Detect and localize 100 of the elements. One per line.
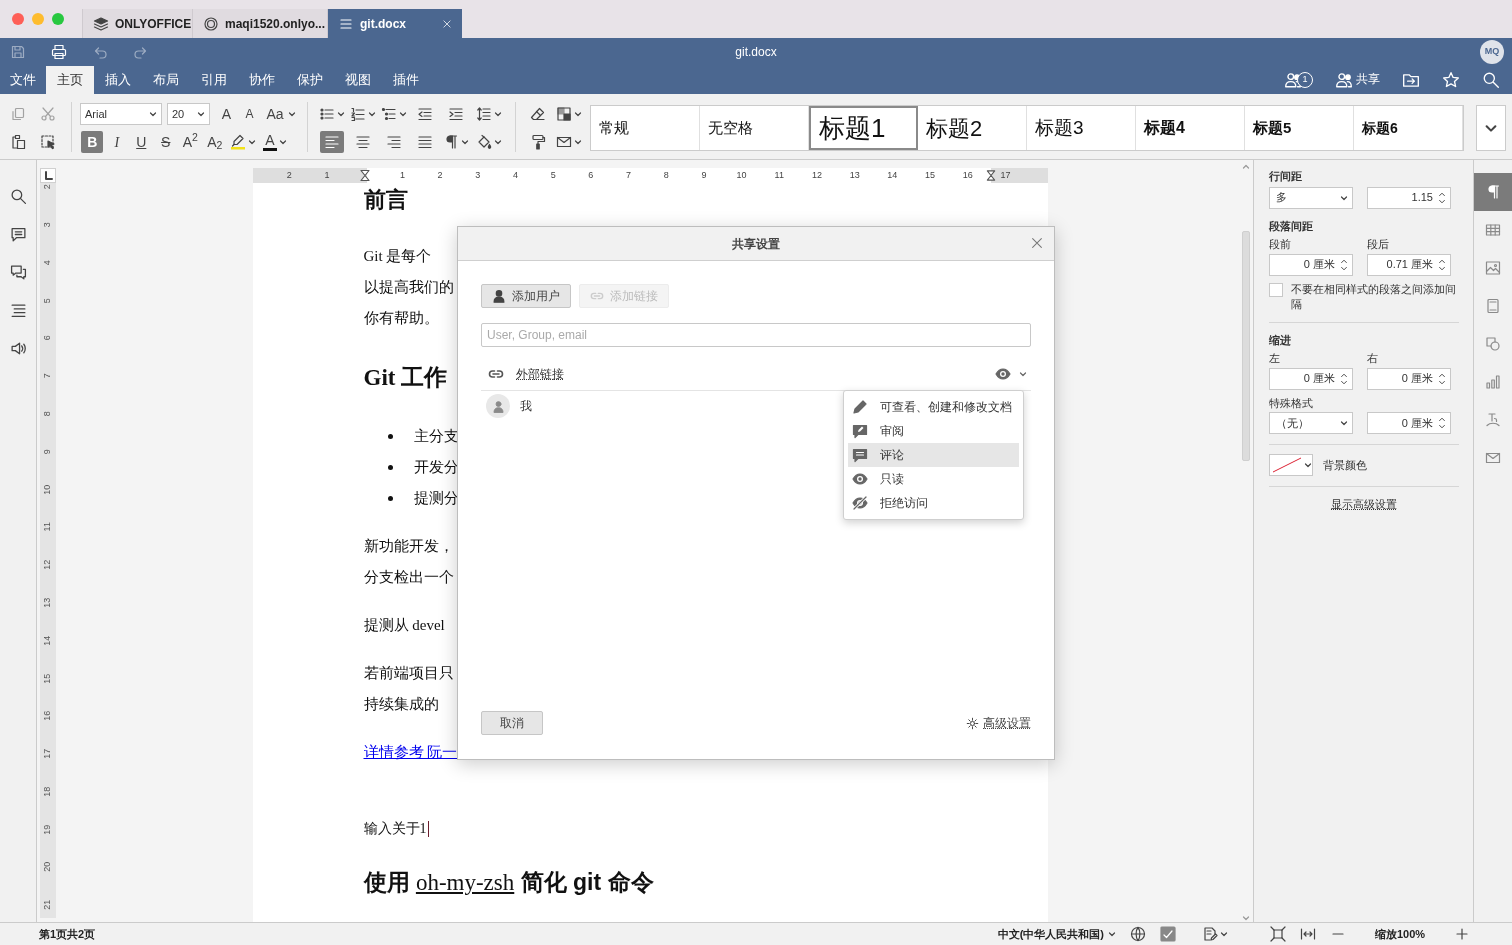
chat-icon[interactable] <box>9 263 27 281</box>
save-icon[interactable] <box>10 44 26 60</box>
menu-tab[interactable]: 插件 <box>382 66 430 94</box>
style-preset[interactable]: 标题6 <box>1354 106 1463 150</box>
share-button[interactable]: 共享 <box>1335 71 1380 89</box>
zoom-in-icon[interactable] <box>1454 926 1470 942</box>
fit-width-icon[interactable] <box>1300 926 1316 942</box>
indent-marker-icon[interactable] <box>985 170 996 181</box>
number-field[interactable]: 0 厘米 <box>1269 253 1353 276</box>
eraser-icon[interactable] <box>530 106 546 122</box>
superscript-button[interactable]: A$^{2}$ <box>179 131 202 153</box>
menu-tab[interactable]: 文件 <box>0 66 46 94</box>
underline-button[interactable]: U <box>130 131 153 153</box>
eye-icon[interactable] <box>993 365 1013 382</box>
style-preset[interactable]: 常规 <box>591 106 700 150</box>
user-avatar[interactable]: MQ <box>1480 40 1504 64</box>
menu-item[interactable]: 可查看、创建和修改文档 <box>848 395 1019 419</box>
select-icon[interactable] <box>40 134 56 150</box>
font-shrink-button[interactable]: A <box>238 103 261 125</box>
paragraph-settings-tab[interactable] <box>1474 173 1512 211</box>
caret-icon[interactable] <box>460 138 469 146</box>
menu-tab[interactable]: 主页 <box>46 66 94 94</box>
decrease-indent-icon[interactable] <box>416 106 433 122</box>
style-preset[interactable]: 标题5 <box>1245 106 1354 150</box>
folder-icon[interactable] <box>1402 71 1420 89</box>
bold-button[interactable]: B <box>81 131 104 153</box>
browser-tab[interactable]: ONLYOFFICE <box>82 9 192 38</box>
caret-icon[interactable] <box>398 110 407 118</box>
scrollbar-thumb[interactable] <box>1242 231 1250 461</box>
subscript-button[interactable]: A$_{2}$ <box>203 131 226 153</box>
number-field[interactable]: 0 厘米 <box>1269 367 1353 390</box>
menu-item[interactable]: 拒绝访问 <box>848 491 1019 515</box>
menu-item[interactable]: 只读 <box>848 467 1019 491</box>
style-preset[interactable]: 标题3 <box>1027 106 1136 150</box>
caret-icon[interactable] <box>494 110 502 118</box>
font-color-button[interactable]: A <box>263 133 277 151</box>
caret-icon[interactable] <box>574 110 582 118</box>
number-field[interactable]: 1.15 <box>1367 186 1451 209</box>
caret-icon[interactable] <box>574 138 582 146</box>
tab-stop-button[interactable] <box>40 168 56 183</box>
caret-icon[interactable] <box>336 110 345 118</box>
menu-tab[interactable]: 插入 <box>94 66 142 94</box>
search-field[interactable]: User, Group, email <box>481 323 1031 347</box>
shading-icon[interactable] <box>556 106 572 122</box>
fit-page-icon[interactable] <box>1270 926 1286 942</box>
cancel-button[interactable]: 取消 <box>481 711 543 735</box>
font-grow-button[interactable]: A <box>215 103 238 125</box>
indent-marker-icon[interactable] <box>359 169 370 182</box>
number-field[interactable]: 0 厘米 <box>1367 367 1451 390</box>
add-user-button[interactable]: 添加用户 <box>481 284 571 308</box>
comment-icon[interactable] <box>9 225 27 243</box>
numbered-list-icon[interactable] <box>349 106 366 122</box>
browser-tab[interactable]: maqi1520.onlyo... <box>192 9 327 38</box>
link[interactable]: 显示高级设置 <box>1269 496 1459 513</box>
caret-icon[interactable] <box>1019 369 1027 378</box>
style-preset[interactable]: 标题4 <box>1136 106 1245 150</box>
number-field[interactable]: 0 厘米 <box>1367 412 1451 434</box>
close-icon[interactable] <box>1030 236 1044 250</box>
number-field[interactable]: 0.71 厘米 <box>1367 253 1451 276</box>
language-dropdown[interactable]: 中文(中华人民共和国) <box>997 925 1116 943</box>
fill-icon[interactable] <box>476 134 492 150</box>
line-spacing-icon[interactable] <box>476 106 492 122</box>
align-left-button[interactable] <box>319 131 344 153</box>
italic-button[interactable]: I <box>105 131 128 153</box>
highlighter-icon[interactable] <box>230 134 246 150</box>
menu-tab[interactable]: 协作 <box>238 66 286 94</box>
close-icon[interactable] <box>442 18 452 29</box>
font-case-button[interactable]: Aa <box>264 103 286 125</box>
link[interactable]: 详情参考 阮一 <box>363 737 458 768</box>
star-icon[interactable] <box>1442 71 1460 89</box>
menu-tab[interactable]: 视图 <box>334 66 382 94</box>
dropdown-field[interactable]: （无） <box>1269 412 1353 434</box>
style-preset[interactable]: 标题1 <box>809 106 918 150</box>
link[interactable]: 外部链接 <box>516 364 564 383</box>
menu-item[interactable]: 审阅 <box>848 419 1019 443</box>
menu-tab[interactable]: 布局 <box>142 66 190 94</box>
search-icon[interactable] <box>9 187 27 205</box>
style-preset[interactable]: 无空格 <box>700 106 809 150</box>
style-preset[interactable]: 标题2 <box>918 106 1027 150</box>
font-field[interactable]: Arial <box>80 103 162 125</box>
caret-icon[interactable] <box>288 110 296 118</box>
menu-tab[interactable]: 引用 <box>190 66 238 94</box>
browser-tab[interactable]: git.docx <box>327 9 462 38</box>
search-icon[interactable] <box>1482 71 1500 89</box>
multilevel-list-icon[interactable] <box>380 106 397 122</box>
caret-icon[interactable] <box>1220 930 1228 938</box>
checkbox[interactable] <box>1269 282 1283 297</box>
caret-icon[interactable] <box>279 138 287 146</box>
color-picker[interactable] <box>1269 454 1313 476</box>
format-painter-icon[interactable] <box>530 134 546 150</box>
menu-item[interactable]: 评论 <box>848 443 1019 467</box>
advanced-settings-link[interactable]: 高级设置 <box>966 714 1031 732</box>
dropdown-field[interactable]: 多 <box>1269 186 1353 209</box>
print-icon[interactable] <box>51 44 67 60</box>
menu-tab[interactable]: 保护 <box>286 66 334 94</box>
track-changes-icon[interactable] <box>1202 926 1218 942</box>
paste-icon[interactable] <box>10 134 26 150</box>
caret-icon[interactable] <box>494 138 502 146</box>
caret-icon[interactable] <box>248 138 256 146</box>
bullet-list-icon[interactable] <box>318 106 335 122</box>
